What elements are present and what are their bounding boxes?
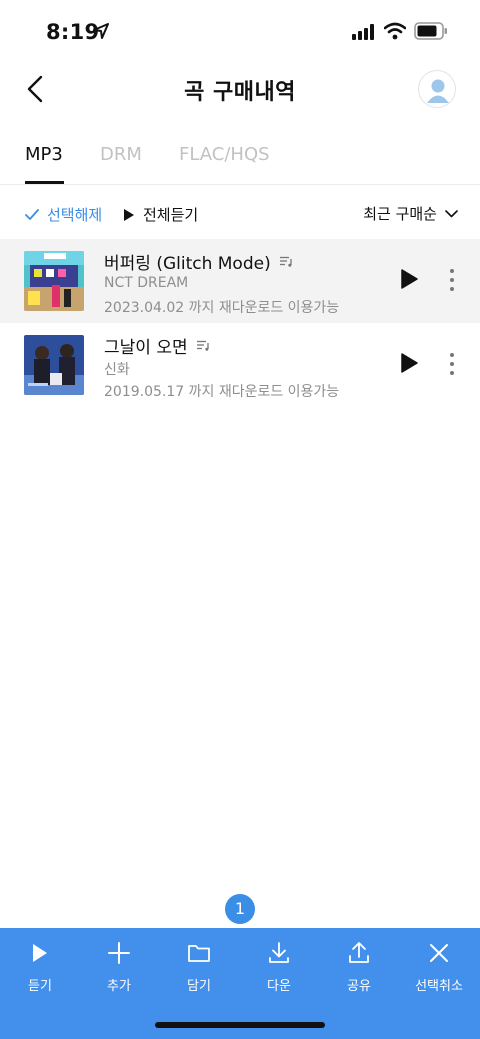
download-button[interactable]: 다운 xyxy=(239,940,319,994)
song-title: 그날이 오면 xyxy=(104,338,188,358)
plus-icon xyxy=(108,942,130,964)
wifi-icon xyxy=(383,22,407,44)
play-icon xyxy=(401,269,418,289)
profile-avatar[interactable] xyxy=(418,70,456,108)
lyrics-icon xyxy=(279,256,292,267)
tab-mp3[interactable]: MP3 xyxy=(25,144,63,165)
add-label: 추가 xyxy=(107,979,131,994)
song-artist: NCT DREAM xyxy=(104,275,189,291)
download-icon xyxy=(269,942,289,963)
close-icon xyxy=(430,944,448,962)
play-icon xyxy=(33,944,47,962)
play-all-button[interactable]: 전체듣기 xyxy=(124,204,198,225)
header: 곡 구매내역 xyxy=(0,62,480,118)
save-to-playlist-button[interactable]: 담기 xyxy=(159,940,239,994)
play-all-label: 전체듣기 xyxy=(143,206,199,224)
share-label: 공유 xyxy=(347,979,371,994)
battery-icon xyxy=(414,22,448,44)
cancel-selection-label: 선택취소 xyxy=(415,979,463,994)
deselect-label: 선택해제 xyxy=(47,206,103,224)
share-button[interactable]: 공유 xyxy=(319,940,399,994)
song-title-wrap: 그날이 오면 xyxy=(104,333,210,358)
album-art xyxy=(24,335,84,395)
song-expire-date: 2019.05.17 까지 재다운로드 이용가능 xyxy=(104,384,340,400)
selection-count-badge: 1 xyxy=(225,894,255,924)
song-more-button[interactable] xyxy=(444,351,460,377)
list-toolbar: 선택해제 전체듣기 최근 구매순 xyxy=(0,196,480,232)
song-play-button[interactable] xyxy=(400,353,418,377)
lyrics-icon xyxy=(196,340,209,351)
album-art xyxy=(24,251,84,311)
status-time: 8:19 xyxy=(46,20,100,44)
listen-button[interactable]: 듣기 xyxy=(0,940,80,994)
song-list: 버퍼링 (Glitch Mode) NCT DREAM 2023.04.02 까… xyxy=(0,239,480,407)
more-vertical-icon xyxy=(450,353,454,375)
song-title: 버퍼링 (Glitch Mode) xyxy=(104,254,271,274)
home-indicator xyxy=(155,1022,325,1028)
song-more-button[interactable] xyxy=(444,267,460,293)
sort-label: 최근 구매순 xyxy=(363,205,437,223)
song-artist: 신화 xyxy=(104,362,130,378)
more-vertical-icon xyxy=(450,269,454,291)
check-icon xyxy=(25,208,39,220)
save-to-playlist-label: 담기 xyxy=(187,979,211,994)
location-arrow-icon xyxy=(93,23,109,43)
download-label: 다운 xyxy=(267,979,291,994)
bottom-action-bar: 듣기 추가 담기 다운 공유 선택취소 xyxy=(0,928,480,1039)
song-row[interactable]: 버퍼링 (Glitch Mode) NCT DREAM 2023.04.02 까… xyxy=(0,239,480,323)
play-icon xyxy=(401,353,418,373)
page-title: 곡 구매내역 xyxy=(184,80,296,105)
tab-bar: MP3 DRM FLAC/HQS xyxy=(0,130,480,185)
song-row[interactable]: 그날이 오면 신화 2019.05.17 까지 재다운로드 이용가능 xyxy=(0,323,480,407)
deselect-button[interactable]: 선택해제 xyxy=(25,204,102,225)
play-icon xyxy=(124,208,134,221)
cancel-selection-button[interactable]: 선택취소 xyxy=(399,940,479,994)
chevron-down-icon xyxy=(445,209,458,217)
share-icon xyxy=(349,942,369,963)
status-bar: 8:19 xyxy=(0,0,480,62)
active-tab-indicator xyxy=(25,181,64,184)
cellular-signal-icon xyxy=(352,24,376,44)
add-button[interactable]: 추가 xyxy=(79,940,159,994)
folder-icon xyxy=(188,945,210,962)
sort-dropdown[interactable]: 최근 구매순 xyxy=(363,203,458,224)
tab-flac-hqs[interactable]: FLAC/HQS xyxy=(179,144,270,165)
song-title-wrap: 버퍼링 (Glitch Mode) xyxy=(104,249,293,274)
song-play-button[interactable] xyxy=(400,269,418,293)
listen-label: 듣기 xyxy=(28,979,52,994)
tab-drm[interactable]: DRM xyxy=(100,144,142,165)
song-expire-date: 2023.04.02 까지 재다운로드 이용가능 xyxy=(104,300,340,316)
